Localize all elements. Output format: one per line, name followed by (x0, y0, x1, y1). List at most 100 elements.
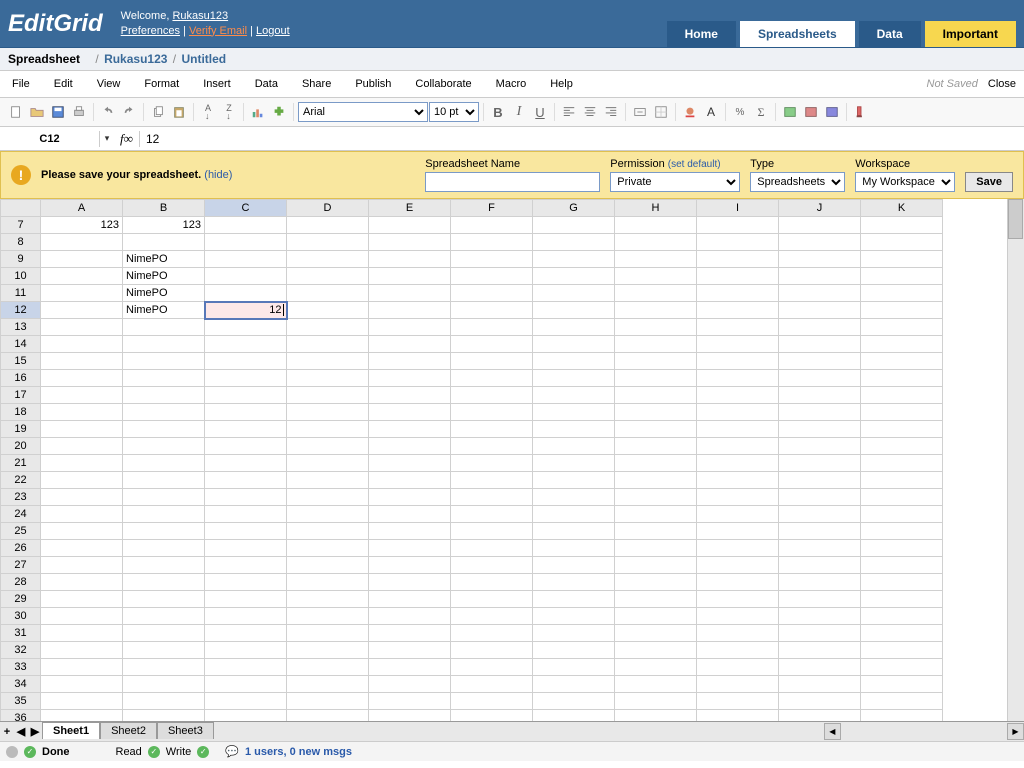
cell-D18[interactable] (287, 404, 369, 421)
cell-I23[interactable] (697, 489, 779, 506)
cell-G11[interactable] (533, 285, 615, 302)
cell-A13[interactable] (41, 319, 123, 336)
cell-J9[interactable] (779, 251, 861, 268)
cell-H21[interactable] (615, 455, 697, 472)
row-header-33[interactable]: 33 (1, 659, 41, 676)
cell-B28[interactable] (123, 574, 205, 591)
cell-C29[interactable] (205, 591, 287, 608)
cell-E19[interactable] (369, 421, 451, 438)
cell-F8[interactable] (451, 234, 533, 251)
cell-D17[interactable] (287, 387, 369, 404)
cell-H15[interactable] (615, 353, 697, 370)
cell-F20[interactable] (451, 438, 533, 455)
cell-F31[interactable] (451, 625, 533, 642)
scroll-right-icon[interactable]: ▶ (1007, 723, 1024, 740)
cell-C25[interactable] (205, 523, 287, 540)
cell-J36[interactable] (779, 710, 861, 722)
cell-J26[interactable] (779, 540, 861, 557)
cell-G25[interactable] (533, 523, 615, 540)
cell-I24[interactable] (697, 506, 779, 523)
cell-H30[interactable] (615, 608, 697, 625)
cell-E7[interactable] (369, 217, 451, 234)
cell-A30[interactable] (41, 608, 123, 625)
underline-button[interactable]: U (530, 102, 550, 122)
cell-A21[interactable] (41, 455, 123, 472)
cell-F9[interactable] (451, 251, 533, 268)
cell-K19[interactable] (861, 421, 943, 438)
cell-B24[interactable] (123, 506, 205, 523)
menu-publish[interactable]: Publish (343, 75, 403, 93)
cell-F34[interactable] (451, 676, 533, 693)
cell-H33[interactable] (615, 659, 697, 676)
cell-B17[interactable] (123, 387, 205, 404)
cell-J33[interactable] (779, 659, 861, 676)
row-header-16[interactable]: 16 (1, 370, 41, 387)
cell-F15[interactable] (451, 353, 533, 370)
cell-H36[interactable] (615, 710, 697, 722)
row-header-11[interactable]: 11 (1, 285, 41, 302)
save-icon[interactable] (48, 102, 68, 122)
cell-G9[interactable] (533, 251, 615, 268)
cell-A8[interactable] (41, 234, 123, 251)
cell-G35[interactable] (533, 693, 615, 710)
cell-C20[interactable] (205, 438, 287, 455)
row-header-30[interactable]: 30 (1, 608, 41, 625)
cell-J21[interactable] (779, 455, 861, 472)
col-header-B[interactable]: B (123, 200, 205, 217)
cell-H9[interactable] (615, 251, 697, 268)
cell-B12[interactable]: NimePO (123, 302, 205, 319)
spreadsheet-grid[interactable]: ABCDEFGHIJK712312389NimePO10NimePO11Nime… (0, 199, 943, 721)
cellref-dropdown-icon[interactable]: ▾ (100, 133, 114, 144)
cell-C36[interactable] (205, 710, 287, 722)
cell-D30[interactable] (287, 608, 369, 625)
cell-E35[interactable] (369, 693, 451, 710)
cell-H20[interactable] (615, 438, 697, 455)
cell-E24[interactable] (369, 506, 451, 523)
cell-D12[interactable] (287, 302, 369, 319)
type-select[interactable]: Spreadsheets (750, 172, 845, 192)
cell-I35[interactable] (697, 693, 779, 710)
open-icon[interactable] (27, 102, 47, 122)
cell-G8[interactable] (533, 234, 615, 251)
cell-K24[interactable] (861, 506, 943, 523)
cell-K14[interactable] (861, 336, 943, 353)
cell-G16[interactable] (533, 370, 615, 387)
cell-B19[interactable] (123, 421, 205, 438)
font-select[interactable]: Arial (298, 102, 428, 122)
cell-C28[interactable] (205, 574, 287, 591)
cell-J12[interactable] (779, 302, 861, 319)
cell-I22[interactable] (697, 472, 779, 489)
print-icon[interactable] (69, 102, 89, 122)
row-header-26[interactable]: 26 (1, 540, 41, 557)
cell-A26[interactable] (41, 540, 123, 557)
cell-F23[interactable] (451, 489, 533, 506)
cell-D24[interactable] (287, 506, 369, 523)
col-header-K[interactable]: K (861, 200, 943, 217)
cell-E22[interactable] (369, 472, 451, 489)
cell-F12[interactable] (451, 302, 533, 319)
cell-K15[interactable] (861, 353, 943, 370)
col-header-E[interactable]: E (369, 200, 451, 217)
next-sheet-icon[interactable]: ▶ (28, 725, 42, 738)
plugin-icon[interactable] (269, 102, 289, 122)
cell-J20[interactable] (779, 438, 861, 455)
cell-A22[interactable] (41, 472, 123, 489)
cell-B14[interactable] (123, 336, 205, 353)
percent-icon[interactable]: % (730, 102, 750, 122)
breadcrumb-user[interactable]: Rukasu123 (104, 52, 167, 66)
tool-d-icon[interactable] (851, 102, 871, 122)
cell-I30[interactable] (697, 608, 779, 625)
cell-J8[interactable] (779, 234, 861, 251)
cell-D11[interactable] (287, 285, 369, 302)
row-header-9[interactable]: 9 (1, 251, 41, 268)
cell-D26[interactable] (287, 540, 369, 557)
cell-A18[interactable] (41, 404, 123, 421)
cell-C10[interactable] (205, 268, 287, 285)
cell-J35[interactable] (779, 693, 861, 710)
cell-G22[interactable] (533, 472, 615, 489)
cell-J23[interactable] (779, 489, 861, 506)
cell-E30[interactable] (369, 608, 451, 625)
set-default-link[interactable]: (set default) (668, 159, 721, 170)
cell-A17[interactable] (41, 387, 123, 404)
cell-K20[interactable] (861, 438, 943, 455)
